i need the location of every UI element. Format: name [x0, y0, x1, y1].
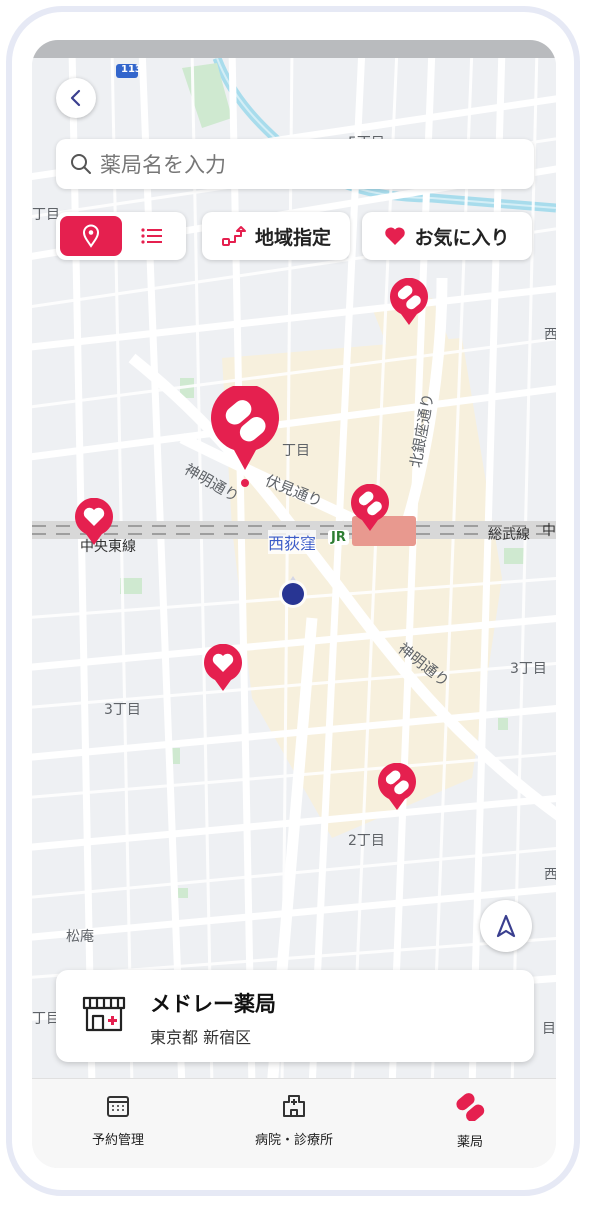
pharmacy-card[interactable]: メドレー薬局 東京都 新宿区 [56, 970, 534, 1062]
heart-icon [385, 227, 406, 245]
list-icon [141, 228, 162, 244]
map-label-chome: 丁目 [282, 443, 310, 459]
calendar-icon [107, 1096, 129, 1117]
search-icon [71, 154, 91, 174]
chevron-left-icon [70, 89, 81, 107]
navigation-arrow-icon [496, 914, 516, 938]
map-label-chome: 目 [542, 1021, 556, 1037]
tab-label: 予約管理 [91, 1133, 144, 1148]
area-filter-button[interactable]: 地域指定 [202, 212, 350, 260]
map-label-3chome: 3丁目 [104, 702, 141, 718]
shop-icon [82, 996, 126, 1032]
tab-label: 病院・診療所 [254, 1133, 333, 1148]
pharmacy-pin-selected[interactable] [210, 386, 280, 488]
pharmacy-name: メドレー薬局 [150, 992, 276, 1016]
pill-icon [211, 386, 279, 487]
search-bar[interactable]: 薬局名を入力 [56, 139, 534, 189]
route-113-label: 113 [121, 64, 142, 75]
area-route-icon [221, 226, 246, 246]
pill-icon [456, 1093, 485, 1122]
hospital-icon [283, 1095, 305, 1117]
map-label-matsuan: 松庵 [66, 929, 94, 945]
pharmacy-pin[interactable] [377, 763, 417, 811]
location-pin-icon [82, 224, 100, 248]
favorite-pharmacy-pin[interactable] [74, 498, 114, 546]
map-label-west: 西 [544, 327, 556, 343]
search-input[interactable]: 薬局名を入力 [100, 149, 226, 179]
jr-mark: JR [328, 530, 349, 545]
rail-label-sobu: 中 [542, 523, 556, 539]
pharmacy-address: 東京都 新宿区 [150, 1028, 252, 1047]
pharmacy-pin[interactable] [389, 278, 429, 326]
view-toggle[interactable] [56, 212, 186, 260]
user-location-marker [278, 574, 308, 618]
tab-label: 薬局 [456, 1135, 483, 1150]
station-label[interactable]: 西荻窪 [268, 530, 317, 554]
favorites-filter-button[interactable]: お気に入り [362, 212, 532, 260]
pill-icon [390, 278, 428, 325]
tab-reservations[interactable]: 予約管理 [38, 1093, 198, 1148]
tab-pharmacy[interactable]: 薬局 [390, 1093, 550, 1150]
favorite-pharmacy-pin[interactable] [203, 644, 243, 692]
bottom-tab-bar: 予約管理 病院・診療所 薬局 [32, 1078, 556, 1168]
pill-icon [378, 763, 416, 810]
pharmacy-pin[interactable] [350, 484, 390, 532]
rail-label-sobu: 総武線 [488, 527, 530, 543]
tab-hospitals[interactable]: 病院・診療所 [214, 1093, 374, 1148]
favorites-filter-label: お気に入り [414, 226, 510, 249]
map-canvas [32, 58, 556, 1078]
map-view[interactable]: 113 5丁目 丁目 丁目 3丁目 3丁目 2丁目 丁目 目 西 西 松庵 神明… [32, 58, 556, 1078]
map-label-3chome: 3丁目 [510, 661, 547, 677]
back-button[interactable] [56, 78, 96, 118]
heart-icon [204, 644, 242, 691]
map-view-button[interactable] [60, 216, 122, 256]
map-label-2chome: 2丁目 [348, 833, 385, 849]
app-screen: 113 5丁目 丁目 丁目 3丁目 3丁目 2丁目 丁目 目 西 西 松庵 神明… [32, 40, 556, 1168]
status-bar [32, 40, 556, 58]
pill-icon [351, 484, 389, 531]
current-location-button[interactable] [480, 900, 532, 952]
map-label-west: 西 [544, 867, 556, 883]
area-filter-label: 地域指定 [254, 226, 331, 249]
list-view-button[interactable] [122, 216, 182, 256]
heart-icon [75, 498, 113, 545]
